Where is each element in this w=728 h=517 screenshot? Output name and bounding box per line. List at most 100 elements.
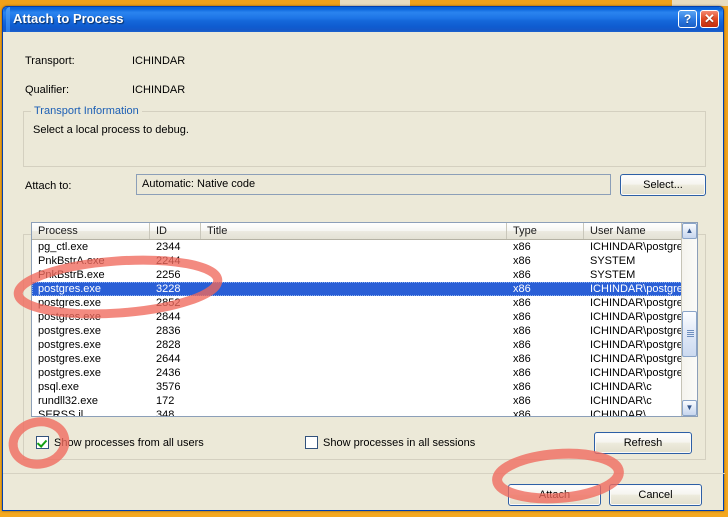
table-row[interactable]: postgres.exe2852x86ICHINDAR\postgres0 <box>32 296 697 310</box>
cancel-button-label: Cancel <box>610 485 701 505</box>
attach-button-label: Attach <box>509 485 600 505</box>
table-row[interactable]: rundll32.exe172x86ICHINDAR\c0 <box>32 394 697 408</box>
process-list[interactable]: Process ID Title Type User Name Session … <box>31 222 698 417</box>
cell-title <box>201 310 507 324</box>
scrollbar-thumb[interactable] <box>682 311 697 357</box>
cell-type: x86 <box>507 366 584 380</box>
transport-information-title: Transport Information <box>31 105 142 117</box>
scrollbar-grip-icon <box>687 330 694 338</box>
process-list-header: Process ID Title Type User Name Session <box>32 223 697 240</box>
select-button[interactable]: Select... <box>620 174 706 196</box>
cell-title <box>201 240 507 254</box>
show-all-sessions-label[interactable]: Show processes in all sessions <box>323 437 475 449</box>
refresh-button[interactable]: Refresh <box>594 432 692 454</box>
cell-type: x86 <box>507 310 584 324</box>
column-header-session[interactable]: Session <box>697 223 698 239</box>
cell-title <box>201 394 507 408</box>
process-list-scrollbar[interactable]: ▲ ▼ <box>681 223 697 416</box>
qualifier-value: ICHINDAR <box>132 84 185 96</box>
cell-process: PnkBstrA.exe <box>32 254 150 268</box>
cell-type: x86 <box>507 380 584 394</box>
table-row[interactable]: psql.exe3576x86ICHINDAR\c0 <box>32 380 697 394</box>
cell-process: postgres.exe <box>32 296 150 310</box>
show-all-sessions-checkbox[interactable] <box>305 436 318 449</box>
cell-process: pg_ctl.exe <box>32 240 150 254</box>
process-list-rows[interactable]: pg_ctl.exe2344x86ICHINDAR\postgres0PnkBs… <box>32 240 697 416</box>
table-row[interactable]: postgres.exe2644x86ICHINDAR\postgres0 <box>32 352 697 366</box>
cell-title <box>201 268 507 282</box>
cell-id: 2836 <box>150 324 201 338</box>
cell-type: x86 <box>507 352 584 366</box>
table-row[interactable]: postgres.exe2836x86ICHINDAR\postgres0 <box>32 324 697 338</box>
cell-process: postgres.exe <box>32 282 150 296</box>
cell-type: x86 <box>507 268 584 282</box>
scroll-up-glyph: ▲ <box>686 226 694 235</box>
cell-title <box>201 324 507 338</box>
table-row[interactable]: postgres.exe2828x86ICHINDAR\postgres0 <box>32 338 697 352</box>
refresh-button-label: Refresh <box>595 433 691 453</box>
table-row[interactable]: PnkBstrB.exe2256x86SYSTEM0 <box>32 268 697 282</box>
attach-button[interactable]: Attach <box>508 484 601 506</box>
cell-process: postgres.exe <box>32 352 150 366</box>
scroll-down-glyph: ▼ <box>686 403 694 412</box>
scroll-up-arrow-icon[interactable]: ▲ <box>682 223 697 239</box>
cell-id: 348 <box>150 408 201 416</box>
cell-id: 2244 <box>150 254 201 268</box>
cell-title <box>201 338 507 352</box>
attach-to-label: Attach to: <box>25 180 71 192</box>
table-row[interactable]: pg_ctl.exe2344x86ICHINDAR\postgres0 <box>32 240 697 254</box>
cell-title <box>201 380 507 394</box>
table-row[interactable]: postgres.exe2844x86ICHINDAR\postgres0 <box>32 310 697 324</box>
help-icon[interactable]: ? <box>678 10 697 28</box>
column-header-type[interactable]: Type <box>507 223 584 239</box>
scroll-down-arrow-icon[interactable]: ▼ <box>682 400 697 416</box>
cell-type: x86 <box>507 296 584 310</box>
table-row[interactable]: postgres.exe2436x86ICHINDAR\postgres0 <box>32 366 697 380</box>
column-header-title[interactable]: Title <box>201 223 507 239</box>
cell-process: SERSS.il <box>32 408 150 416</box>
column-header-process[interactable]: Process <box>32 223 150 239</box>
window-titlebar[interactable]: Attach to Process ? ✕ <box>3 7 723 33</box>
show-all-users-checkbox[interactable] <box>36 436 49 449</box>
close-icon[interactable]: ✕ <box>700 10 719 28</box>
cell-id: 2852 <box>150 296 201 310</box>
cell-process: postgres.exe <box>32 338 150 352</box>
window-title: Attach to Process <box>13 11 124 26</box>
cell-id: 2644 <box>150 352 201 366</box>
table-row[interactable]: PnkBstrA.exe2244x86SYSTEM0 <box>32 254 697 268</box>
cell-title <box>201 352 507 366</box>
cell-process: postgres.exe <box>32 324 150 338</box>
cell-id: 2828 <box>150 338 201 352</box>
cancel-button[interactable]: Cancel <box>609 484 702 506</box>
cell-title <box>201 296 507 310</box>
table-row[interactable]: postgres.exe3228x86ICHINDAR\postgres0 <box>32 282 697 296</box>
attach-to-value-field[interactable]: Automatic: Native code <box>136 174 611 195</box>
cell-process: psql.exe <box>32 380 150 394</box>
cell-title <box>201 366 507 380</box>
cell-process: postgres.exe <box>32 310 150 324</box>
show-all-users-label[interactable]: Show processes from all users <box>54 437 204 449</box>
qualifier-label: Qualifier: <box>25 84 69 96</box>
cell-id: 172 <box>150 394 201 408</box>
cell-id: 3228 <box>150 282 201 296</box>
cell-id: 2844 <box>150 310 201 324</box>
footer-divider <box>3 473 725 474</box>
cell-process: PnkBstrB.exe <box>32 268 150 282</box>
attach-to-process-dialog: Attach to Process ? ✕ Transport: ICHINDA… <box>2 6 724 511</box>
close-glyph: ✕ <box>701 11 718 26</box>
cell-type: x86 <box>507 338 584 352</box>
cell-id: 3576 <box>150 380 201 394</box>
titlebar-highlight <box>6 7 10 32</box>
table-row[interactable]: SERSS.il348x86ICHINDAR\0 <box>32 408 697 416</box>
cell-id: 2436 <box>150 366 201 380</box>
column-header-id[interactable]: ID <box>150 223 201 239</box>
cell-id: 2256 <box>150 268 201 282</box>
cell-type: x86 <box>507 240 584 254</box>
transport-information-group <box>23 111 706 167</box>
cell-type: x86 <box>507 408 584 416</box>
transport-value: ICHINDAR <box>132 55 185 67</box>
cell-type: x86 <box>507 282 584 296</box>
transport-information-description: Select a local process to debug. <box>33 124 189 136</box>
cell-title <box>201 408 507 416</box>
cell-title <box>201 254 507 268</box>
